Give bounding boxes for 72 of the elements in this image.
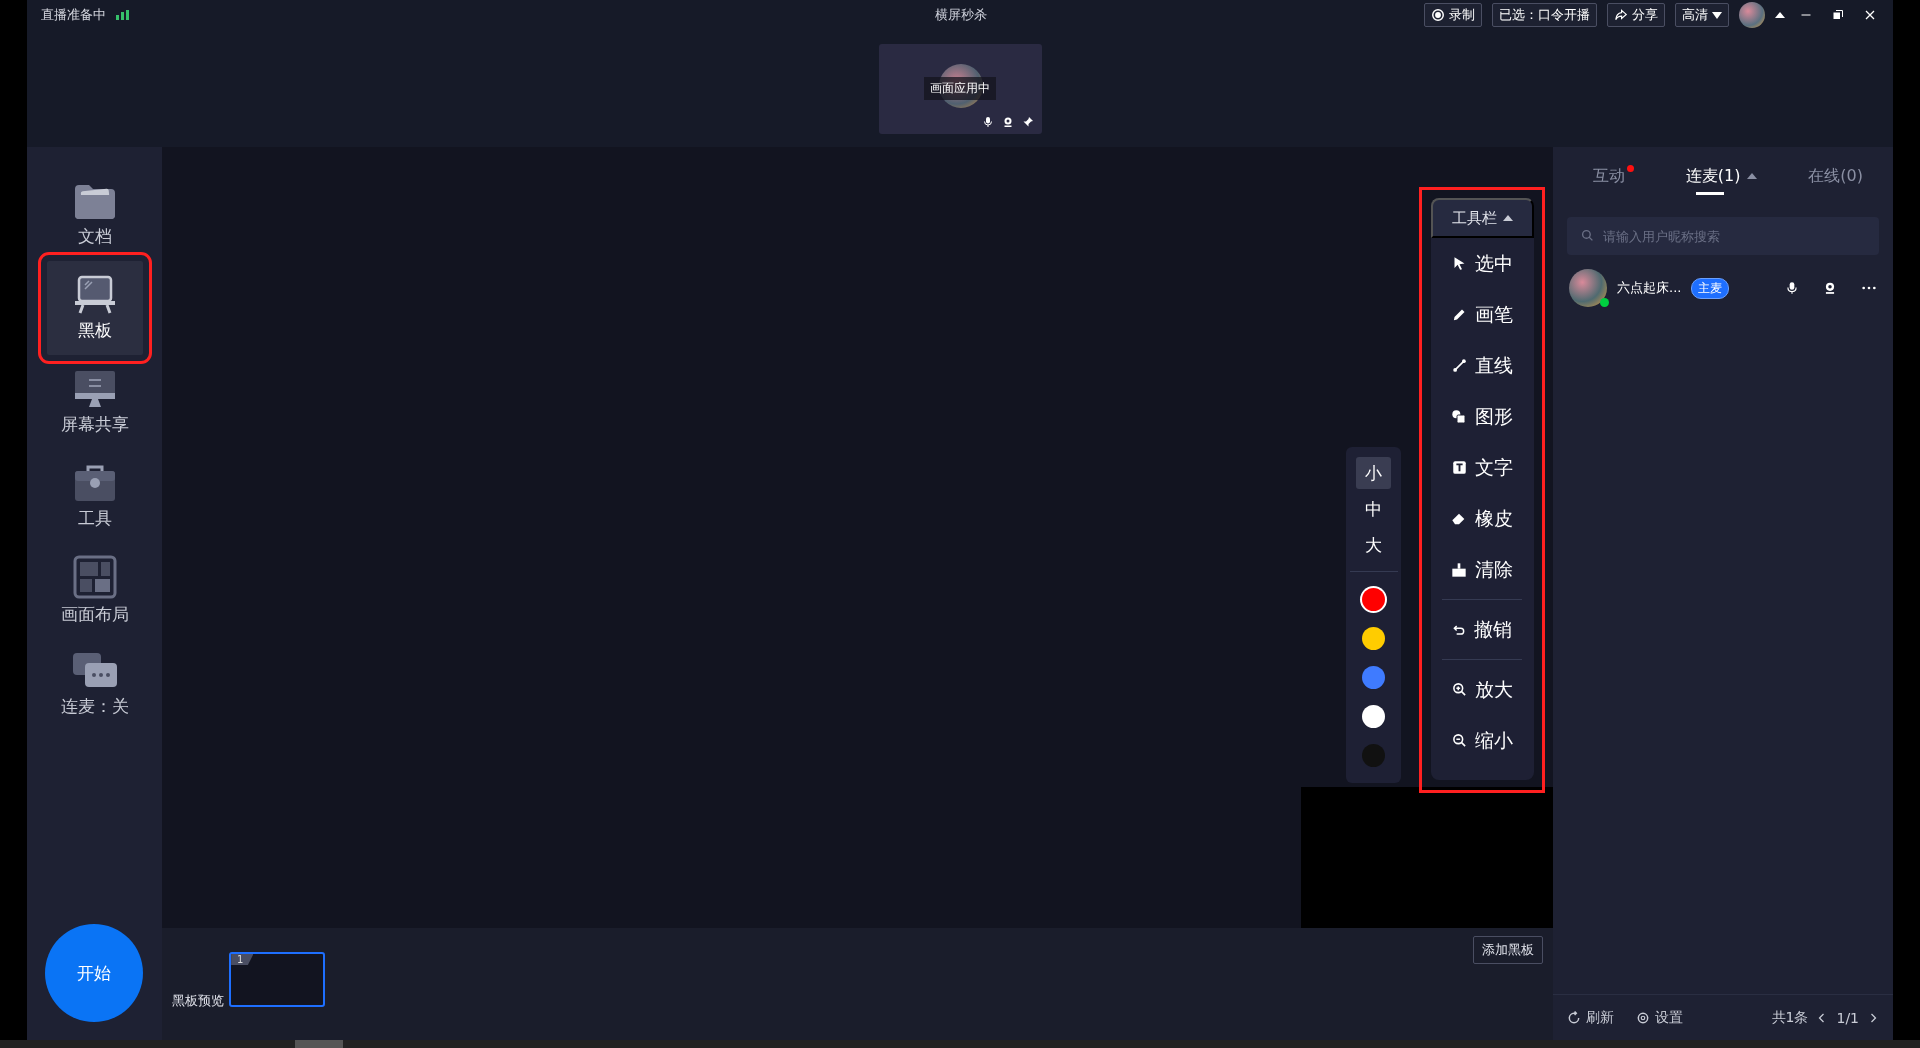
toolbar-button[interactable]: 录制 (1424, 3, 1482, 27)
color-swatch[interactable] (1362, 705, 1385, 728)
size-option[interactable]: 小 (1356, 457, 1391, 489)
section-title: 黑板预览 (172, 992, 224, 1010)
user-name: 六点起床... (1617, 279, 1682, 297)
tool-button[interactable]: 画笔 (1451, 289, 1513, 340)
tool-button[interactable]: 放大 (1451, 664, 1513, 715)
grid-layout-icon (72, 554, 117, 599)
tool-button[interactable]: 选中 (1451, 238, 1513, 289)
settings-button[interactable]: 设置 (1636, 1008, 1683, 1027)
tool-button[interactable]: 缩小 (1451, 715, 1513, 766)
toolbar-button[interactable]: 已选：口令开播 (1492, 3, 1597, 27)
sidebar-item[interactable]: 文档 (46, 167, 143, 261)
zoom-in-icon (1451, 682, 1467, 697)
tool-button[interactable]: 撤销 (1452, 604, 1512, 655)
tab[interactable]: 互动 (1593, 165, 1634, 195)
host-badge: 主麦 (1691, 277, 1730, 299)
refresh-icon (1567, 1010, 1581, 1025)
page-indicator: 1/1 (1836, 1009, 1859, 1026)
tab[interactable]: 连麦(1) (1685, 165, 1757, 195)
whiteboard-canvas[interactable]: 小 中 大 工具栏 选中 画笔 直线 图形 文字 橡皮 清除 撤销 放大 缩小 (162, 147, 1553, 928)
microphone-icon (981, 115, 994, 128)
color-swatch[interactable] (1362, 627, 1385, 650)
horizontal-scrollbar[interactable] (0, 1040, 1920, 1048)
live-status: 直播准备中 (41, 6, 106, 24)
caret-icon[interactable] (1775, 12, 1785, 18)
search-icon (1581, 229, 1594, 242)
refresh-button[interactable]: 刷新 (1567, 1008, 1614, 1027)
camera-preview-card[interactable]: 画面应用中 (878, 43, 1042, 134)
sidebar-item[interactable]: 屏幕共享 (46, 355, 143, 449)
preview-status: 画面应用中 (924, 77, 996, 100)
monitor-icon (72, 368, 117, 409)
tool-button[interactable]: 文字 (1451, 442, 1513, 493)
sidebar-item[interactable]: 连麦：关 (46, 637, 143, 731)
shapes-icon (1451, 408, 1467, 425)
color-swatch[interactable] (1362, 666, 1385, 689)
tool-button[interactable]: 图形 (1451, 391, 1513, 442)
size-option[interactable]: 大 (1356, 529, 1391, 561)
signal-icon (116, 10, 129, 20)
sidebar-item[interactable]: 黑板 (46, 261, 143, 355)
share-icon (1614, 8, 1628, 22)
tool-button[interactable]: 直线 (1451, 340, 1513, 391)
toolbar-button[interactable]: 分享 (1607, 3, 1665, 27)
search-field[interactable]: 请输入用户昵称搜索 (1567, 217, 1879, 255)
total-count: 共1条 (1771, 1008, 1809, 1027)
sidebar-item[interactable]: 工具 (46, 449, 143, 543)
pencil-icon (1451, 307, 1467, 322)
add-board-button[interactable]: 添加黑板 (1473, 936, 1543, 964)
color-swatch[interactable] (1362, 744, 1385, 767)
color-swatch[interactable] (1362, 588, 1385, 611)
tool-button[interactable]: 清除 (1451, 544, 1513, 595)
restore-icon (1832, 9, 1844, 21)
toolbar-button[interactable]: 高清 (1675, 3, 1729, 27)
settings-icon (1636, 1010, 1650, 1025)
close-icon (1864, 9, 1876, 21)
window-title: 横屏秒杀 (935, 6, 987, 24)
microphone-icon (1785, 281, 1799, 295)
zoom-out-icon (1451, 733, 1467, 748)
broom-icon (1451, 561, 1467, 578)
webcam-icon (1823, 281, 1837, 295)
text-box-icon (1451, 460, 1467, 475)
tool-button[interactable]: 橡皮 (1451, 493, 1513, 544)
avatar[interactable] (1739, 2, 1765, 28)
toolbar-header[interactable]: 工具栏 (1430, 198, 1534, 238)
size-option[interactable]: 中 (1356, 493, 1391, 525)
tab[interactable]: 在线(0) (1808, 165, 1863, 195)
record-icon (1431, 8, 1445, 22)
sidebar-item[interactable]: 画面布局 (46, 543, 143, 637)
line-icon (1451, 358, 1467, 373)
board-thumbnail[interactable]: 1 (229, 952, 326, 1007)
whiteboard-icon (72, 274, 117, 315)
start-button[interactable]: 开始 (45, 924, 143, 1022)
